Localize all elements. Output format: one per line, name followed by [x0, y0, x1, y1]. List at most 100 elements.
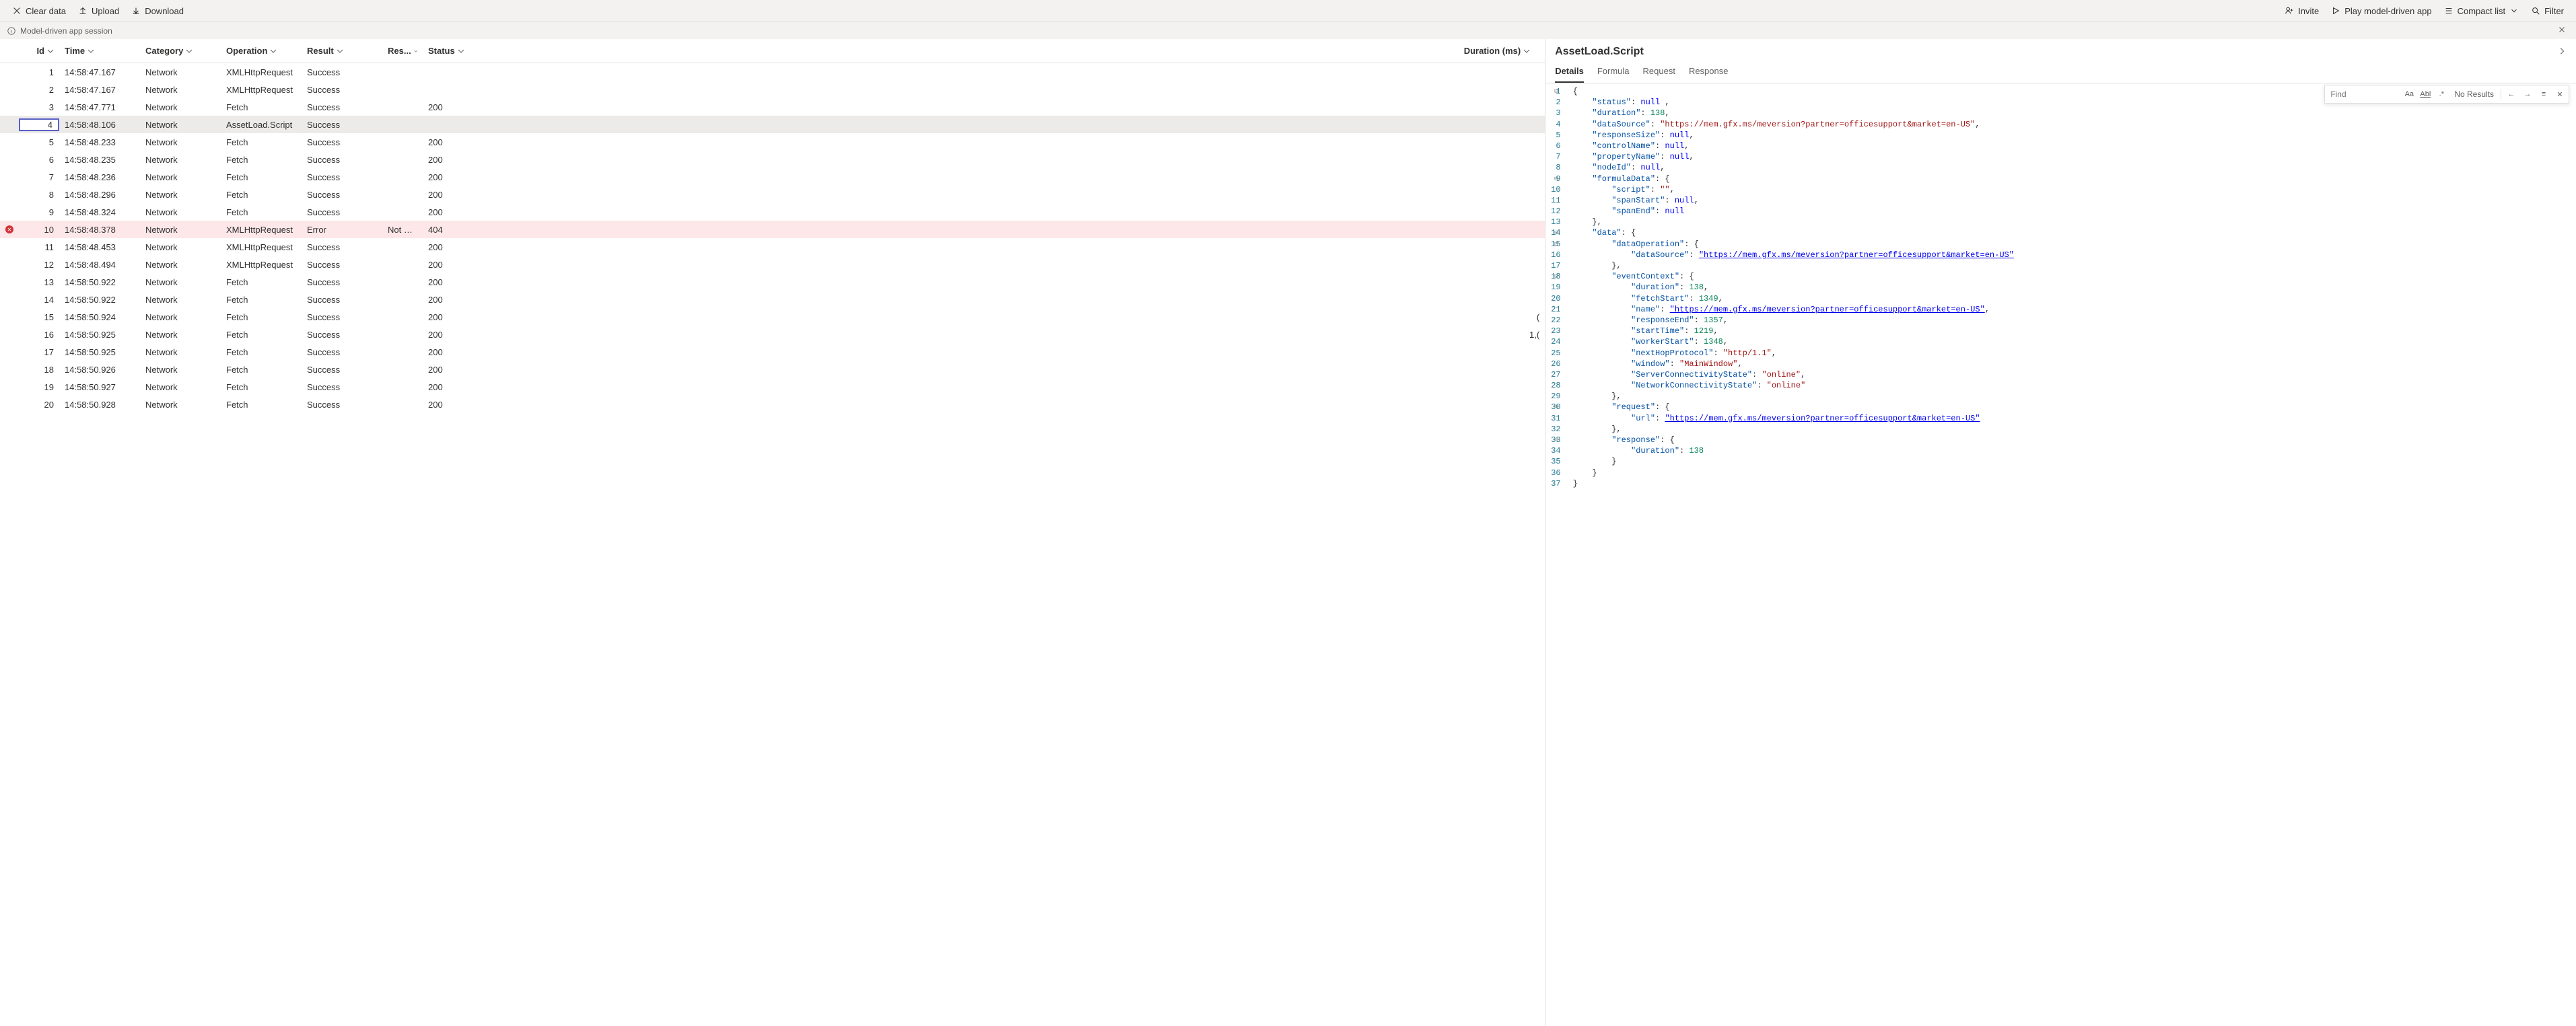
cell-result: Success	[302, 102, 382, 112]
fold-toggle[interactable]: ⊟	[1554, 87, 1558, 96]
cell-status: 200	[423, 382, 490, 392]
cell-status: 200	[423, 190, 490, 200]
cell-operation: Fetch	[221, 172, 302, 182]
table-row[interactable]: 1314:58:50.922NetworkFetchSuccess200	[0, 273, 1545, 291]
expand-pane-button[interactable]	[2557, 46, 2567, 58]
table-row[interactable]: 1114:58:48.453NetworkXMLHttpRequestSucce…	[0, 238, 1545, 256]
search-icon	[2531, 6, 2540, 15]
cell-id: 2	[19, 85, 59, 95]
download-label: Download	[145, 6, 184, 16]
cell-operation: XMLHttpRequest	[221, 260, 302, 270]
fold-toggle[interactable]: ⊟	[1554, 403, 1558, 411]
tab-request[interactable]: Request	[1643, 61, 1675, 83]
find-input[interactable]	[2326, 87, 2400, 102]
cell-id: 11	[19, 242, 59, 252]
table-row[interactable]: 114:58:47.167NetworkXMLHttpRequestSucces…	[0, 63, 1545, 81]
col-duration[interactable]: Duration (ms)	[490, 46, 1535, 56]
table-row[interactable]: 1414:58:50.922NetworkFetchSuccess200	[0, 291, 1545, 308]
cell-category: Network	[140, 277, 221, 287]
detail-tabs: Details Formula Request Response	[1545, 61, 2576, 83]
cell-time: 14:58:50.922	[59, 295, 140, 305]
cell-category: Network	[140, 295, 221, 305]
cell-time: 14:58:50.922	[59, 277, 140, 287]
table-row[interactable]: 1714:58:50.925NetworkFetchSuccess200	[0, 343, 1545, 361]
compact-list-button[interactable]: Compact list	[2439, 3, 2525, 19]
cell-res: Not Fou...	[382, 225, 423, 235]
col-operation[interactable]: Operation	[221, 46, 302, 56]
table-row[interactable]: 414:58:48.106NetworkAssetLoad.ScriptSucc…	[0, 116, 1545, 133]
regex-button[interactable]: .*	[2434, 87, 2449, 102]
tab-response[interactable]: Response	[1689, 61, 1729, 83]
list-icon	[2444, 6, 2453, 15]
invite-button[interactable]: Invite	[2279, 3, 2324, 19]
tab-formula[interactable]: Formula	[1597, 61, 1630, 83]
table-row[interactable]: 2014:58:50.928NetworkFetchSuccess200	[0, 396, 1545, 413]
cell-id: 6	[19, 155, 59, 165]
col-result[interactable]: Result	[302, 46, 382, 56]
table-row[interactable]: 214:58:47.167NetworkXMLHttpRequestSucces…	[0, 81, 1545, 98]
cell-id: 9	[19, 207, 59, 217]
cell-result: Success	[302, 172, 382, 182]
table-row[interactable]: 1514:58:50.924NetworkFetchSuccess200(	[0, 308, 1545, 326]
table-row[interactable]: 914:58:48.324NetworkFetchSuccess200	[0, 203, 1545, 221]
person-add-icon	[2285, 6, 2294, 15]
tab-details[interactable]: Details	[1555, 61, 1584, 83]
table-row[interactable]: 1214:58:48.494NetworkXMLHttpRequestSucce…	[0, 256, 1545, 273]
cell-category: Network	[140, 382, 221, 392]
detail-pane: AssetLoad.Script Details Formula Request…	[1545, 39, 2576, 1026]
table-row[interactable]: 1814:58:50.926NetworkFetchSuccess200	[0, 361, 1545, 378]
col-time[interactable]: Time	[59, 46, 140, 56]
table-row[interactable]: 714:58:48.236NetworkFetchSuccess200	[0, 168, 1545, 186]
next-match-button[interactable]: →	[2520, 87, 2535, 102]
cell-category: Network	[140, 242, 221, 252]
cell-operation: XMLHttpRequest	[221, 85, 302, 95]
close-session-button[interactable]	[2554, 24, 2569, 38]
cell-result: Success	[302, 207, 382, 217]
table-row[interactable]: ✕1014:58:48.378NetworkXMLHttpRequestErro…	[0, 221, 1545, 238]
cell-category: Network	[140, 225, 221, 235]
clear-data-button[interactable]: Clear data	[7, 3, 71, 19]
upload-button[interactable]: Upload	[73, 3, 125, 19]
col-res[interactable]: Res...	[382, 46, 423, 56]
table-row[interactable]: 314:58:47.771NetworkFetchSuccess200	[0, 98, 1545, 116]
cell-result: Success	[302, 277, 382, 287]
table-row[interactable]: 514:58:48.233NetworkFetchSuccess200	[0, 133, 1545, 151]
code-editor[interactable]: Aa Abl .* No Results ← → ≡ ✕ 1⊟23456789⊟…	[1545, 83, 2576, 1026]
grid-body[interactable]: 114:58:47.167NetworkXMLHttpRequestSucces…	[0, 63, 1545, 1026]
cell-result: Success	[302, 382, 382, 392]
table-row[interactable]: 1914:58:50.927NetworkFetchSuccess200	[0, 378, 1545, 396]
cell-id: 10	[19, 225, 59, 235]
cell-id: 8	[19, 190, 59, 200]
table-row[interactable]: 1614:58:50.925NetworkFetchSuccess2001,(	[0, 326, 1545, 343]
close-find-button[interactable]: ✕	[2552, 87, 2567, 102]
download-button[interactable]: Download	[126, 3, 189, 19]
fold-toggle[interactable]: ⊟	[1554, 240, 1558, 248]
cell-operation: Fetch	[221, 207, 302, 217]
find-in-selection-button[interactable]: ≡	[2536, 87, 2551, 102]
col-category[interactable]: Category	[140, 46, 221, 56]
play-app-button[interactable]: Play model-driven app	[2326, 3, 2437, 19]
close-icon	[12, 6, 22, 15]
cell-time: 14:58:50.928	[59, 400, 140, 410]
fold-toggle[interactable]: ⊟	[1554, 229, 1558, 237]
cell-id: 14	[19, 295, 59, 305]
match-word-button[interactable]: Abl	[2418, 87, 2433, 102]
prev-match-button[interactable]: ←	[2504, 87, 2519, 102]
fold-toggle[interactable]: ⊟	[1554, 436, 1558, 444]
fold-toggle[interactable]: ⊟	[1554, 272, 1558, 281]
table-row[interactable]: 814:58:48.296NetworkFetchSuccess200	[0, 186, 1545, 203]
cell-time: 14:58:48.324	[59, 207, 140, 217]
cell-result: Success	[302, 137, 382, 147]
cell-category: Network	[140, 155, 221, 165]
fold-toggle[interactable]: ⊟	[1554, 175, 1558, 183]
cell-time: 14:58:48.494	[59, 260, 140, 270]
cell-operation: Fetch	[221, 330, 302, 340]
match-case-button[interactable]: Aa	[2402, 87, 2416, 102]
cell-operation: Fetch	[221, 137, 302, 147]
col-status[interactable]: Status	[423, 46, 490, 56]
filter-button[interactable]: Filter	[2526, 3, 2569, 19]
cell-time: 14:58:48.378	[59, 225, 140, 235]
col-id[interactable]: Id	[19, 46, 59, 56]
invite-label: Invite	[2298, 6, 2319, 16]
table-row[interactable]: 614:58:48.235NetworkFetchSuccess200	[0, 151, 1545, 168]
